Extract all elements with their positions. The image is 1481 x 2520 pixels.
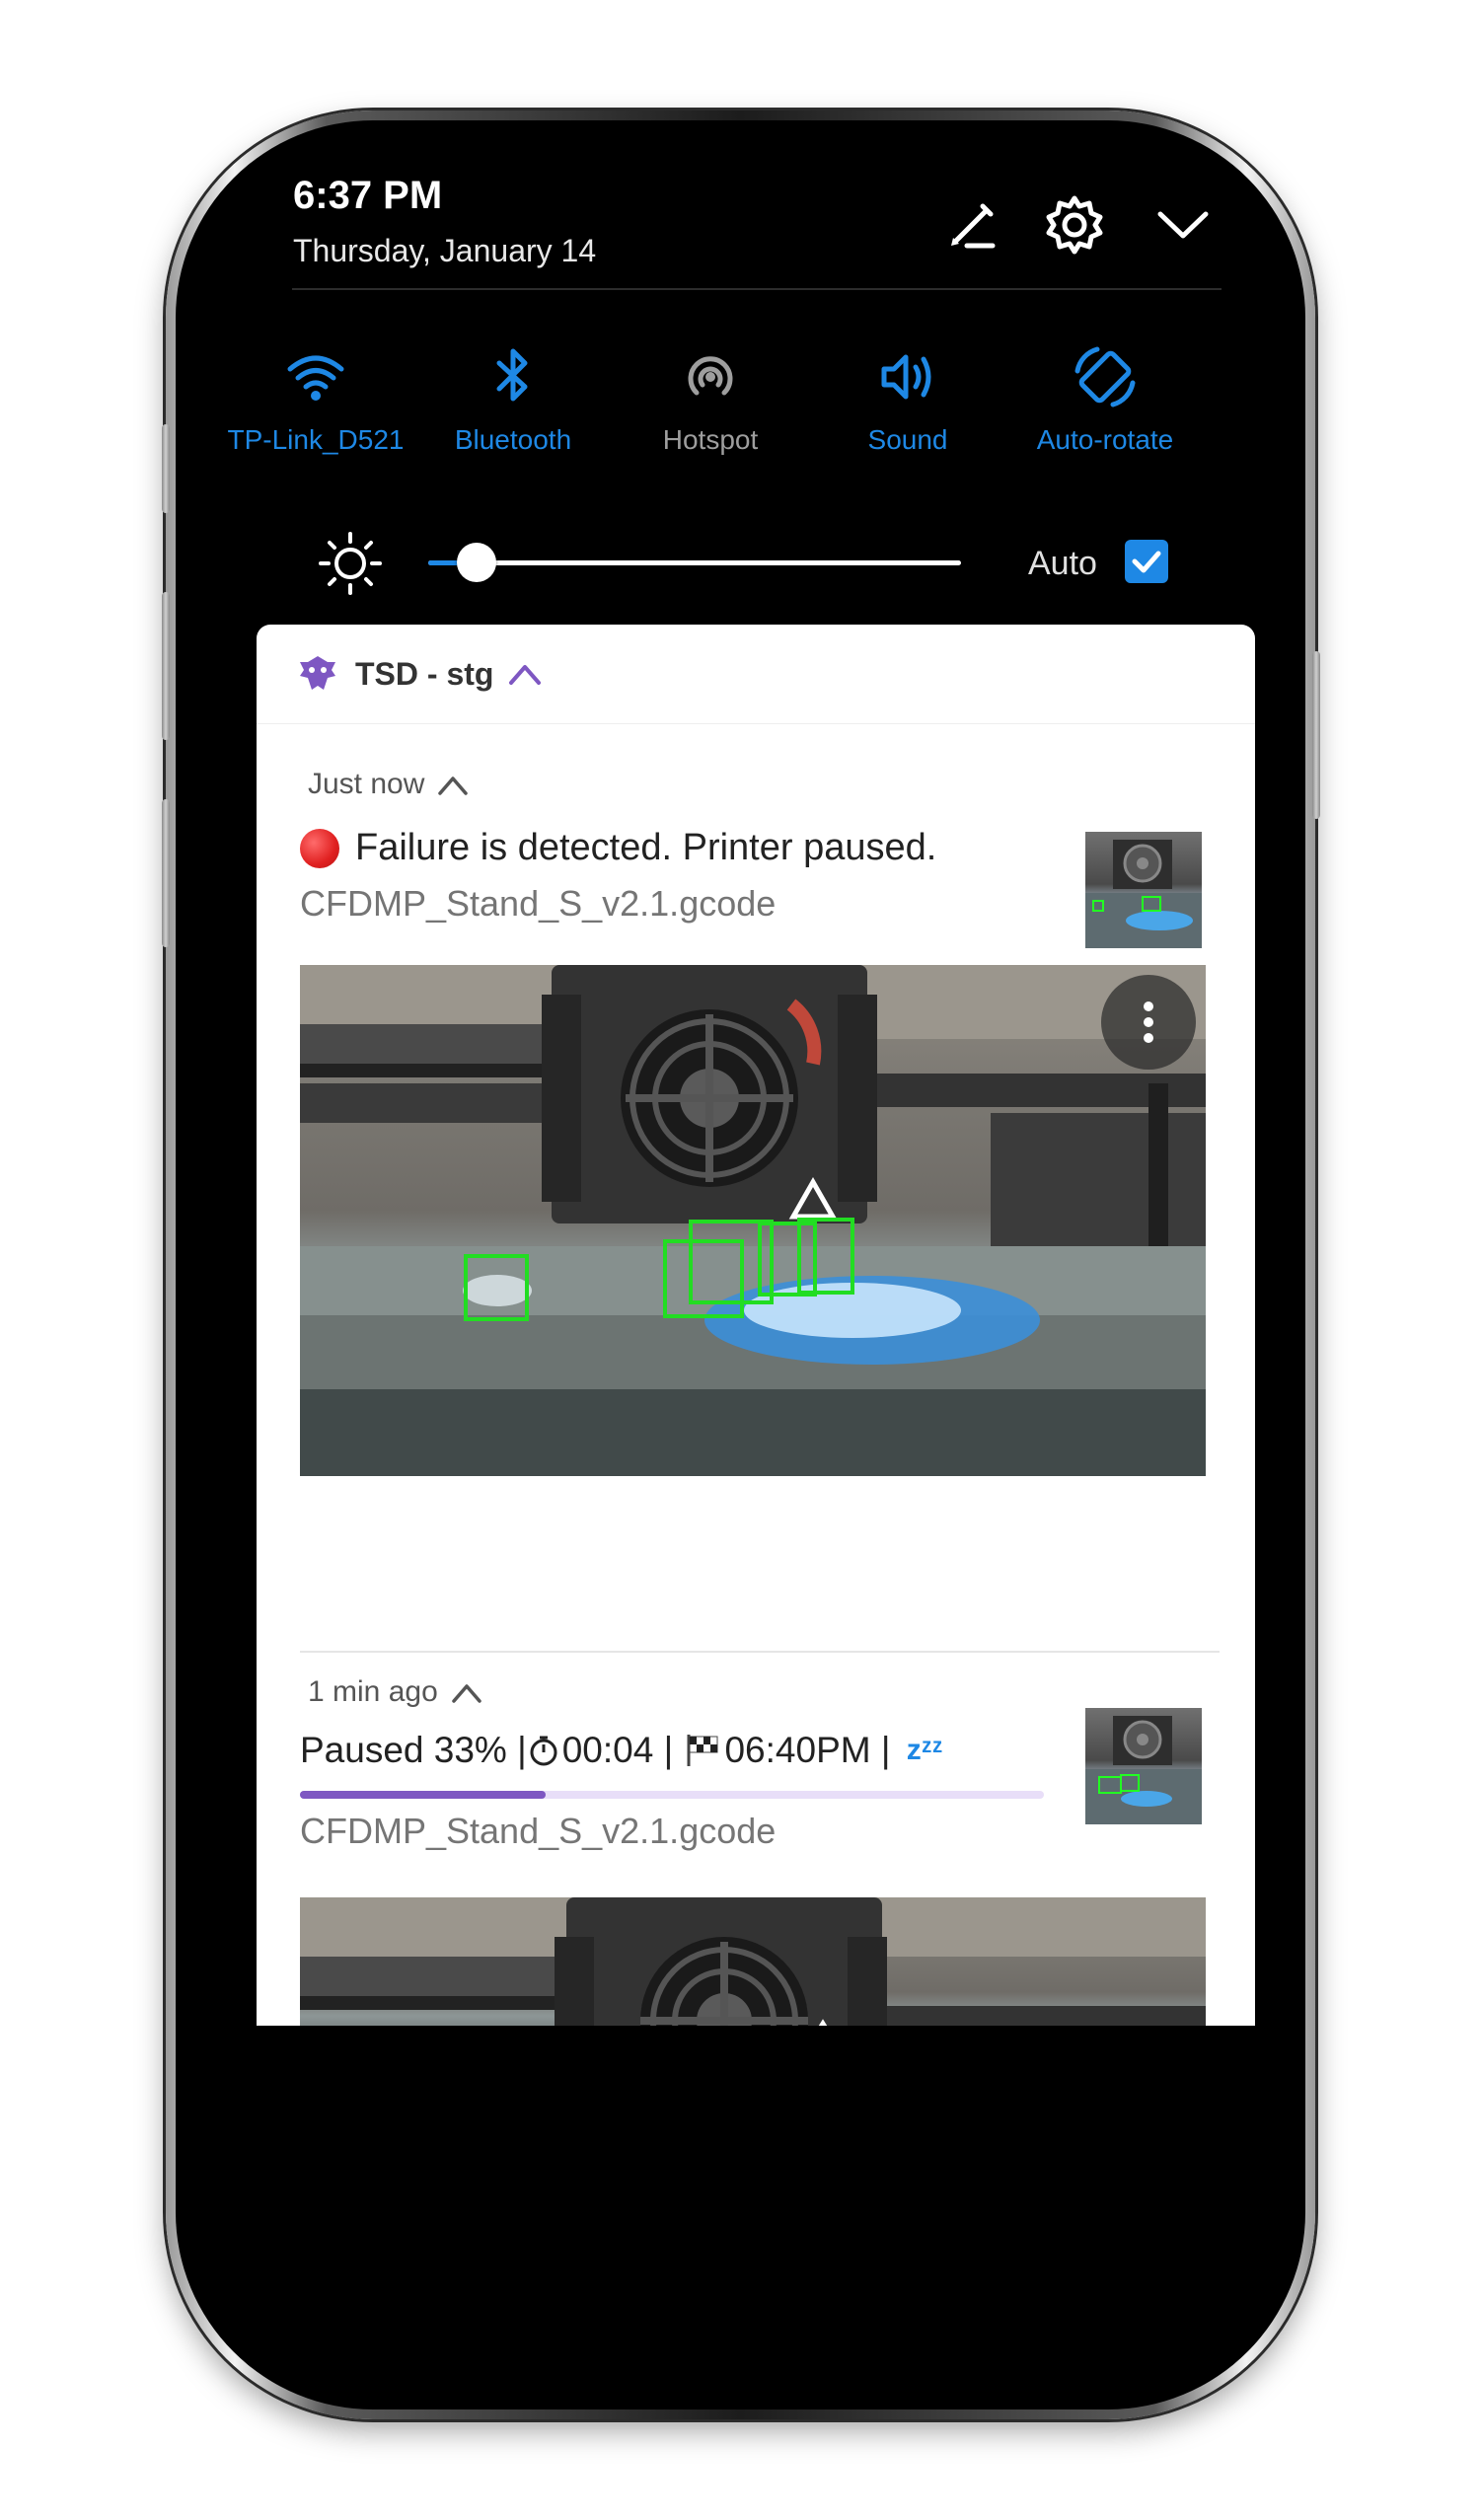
notification-filename: CFDMP_Stand_S_v2.1.gcode bbox=[300, 883, 777, 924]
app-logo-icon bbox=[296, 652, 339, 696]
toggle-sound[interactable]: Sound bbox=[809, 341, 1006, 456]
wifi-icon bbox=[280, 341, 351, 412]
eta-time: 06:40PM bbox=[724, 1730, 871, 1770]
toggle-auto-rotate[interactable]: Auto-rotate bbox=[1006, 341, 1204, 456]
notification-time-text: Just now bbox=[308, 768, 425, 800]
detection-snapshot-image[interactable] bbox=[300, 965, 1206, 1476]
screen-bottom-area bbox=[219, 2026, 1257, 2371]
volume-up-button bbox=[162, 592, 170, 740]
print-status-line: Paused 33% | 00:04 | 06:40PM | zᶻᶻ bbox=[300, 1730, 943, 1770]
date: Thursday, January 14 bbox=[293, 233, 597, 268]
volume-down-button bbox=[162, 799, 170, 947]
chevron-up-icon[interactable] bbox=[505, 659, 545, 689]
status-snapshot-image[interactable] bbox=[300, 1897, 1206, 2026]
auto-brightness-checkbox[interactable] bbox=[1125, 540, 1168, 583]
auto-brightness-label: Auto bbox=[1028, 545, 1097, 582]
notification-divider bbox=[300, 1651, 1220, 1653]
phone-screen: 6:37 PM Thursday, January 14 TP-Link_D52… bbox=[219, 156, 1257, 2371]
clock: 6:37 PM bbox=[293, 174, 443, 217]
auto-rotate-icon bbox=[1070, 341, 1141, 412]
more-options-icon[interactable] bbox=[1101, 975, 1196, 1070]
sound-icon bbox=[872, 341, 943, 412]
notification-title-text: Failure is detected. Printer paused. bbox=[355, 827, 937, 868]
notification-thumbnail[interactable] bbox=[1085, 832, 1202, 948]
toggle-hotspot[interactable]: Hotspot bbox=[612, 341, 809, 456]
toggle-bluetooth[interactable]: Bluetooth bbox=[414, 341, 612, 456]
stopwatch-icon bbox=[527, 1734, 560, 1767]
notification-thumbnail[interactable] bbox=[1085, 1708, 1202, 1824]
notification-title: Failure is detected. Printer paused. bbox=[300, 827, 936, 869]
app-name: TSD - stg bbox=[355, 655, 494, 692]
print-progress-fill bbox=[300, 1791, 546, 1799]
notification-time-text: 1 min ago bbox=[308, 1675, 438, 1708]
toggle-hotspot-label: Hotspot bbox=[662, 424, 759, 455]
brightness-icon bbox=[316, 529, 385, 598]
notification-app-header[interactable]: TSD - stg bbox=[296, 646, 545, 702]
edit-icon[interactable] bbox=[937, 190, 1006, 259]
notification-time: 1 min ago bbox=[308, 1675, 485, 1709]
toggle-bluetooth-label: Bluetooth bbox=[454, 424, 572, 455]
volume-button bbox=[162, 424, 170, 513]
checkered-flag-icon bbox=[683, 1733, 722, 1768]
settings-gear-icon[interactable] bbox=[1040, 190, 1109, 259]
print-progress-bar bbox=[300, 1791, 1044, 1799]
header-divider bbox=[292, 288, 1222, 290]
notification-filename: CFDMP_Stand_S_v2.1.gcode bbox=[300, 1811, 777, 1851]
power-button bbox=[1312, 651, 1320, 819]
toggle-wifi[interactable]: TP-Link_D521 bbox=[219, 341, 414, 456]
toggle-wifi-label: TP-Link_D521 bbox=[227, 424, 405, 455]
sleeping-icon: zᶻᶻ bbox=[906, 1734, 943, 1766]
hotspot-icon bbox=[675, 341, 746, 412]
brightness-slider[interactable] bbox=[428, 543, 961, 582]
brightness-thumb[interactable] bbox=[456, 543, 496, 582]
chevron-up-icon[interactable] bbox=[434, 772, 472, 797]
chevron-down-icon[interactable] bbox=[1148, 190, 1218, 259]
card-header-divider bbox=[257, 723, 1255, 724]
print-status-text: Paused 33% | bbox=[300, 1730, 527, 1770]
chevron-up-icon[interactable] bbox=[448, 1679, 485, 1705]
toggle-auto-rotate-label: Auto-rotate bbox=[1036, 424, 1174, 455]
notification-card[interactable]: TSD - stg Just now Failure is detected. … bbox=[257, 625, 1255, 2026]
toggle-sound-label: Sound bbox=[867, 424, 948, 455]
red-circle-icon bbox=[300, 828, 339, 868]
bluetooth-icon bbox=[478, 341, 549, 412]
elapsed-time: 00:04 bbox=[561, 1730, 654, 1770]
notification-time: Just now bbox=[308, 768, 472, 801]
